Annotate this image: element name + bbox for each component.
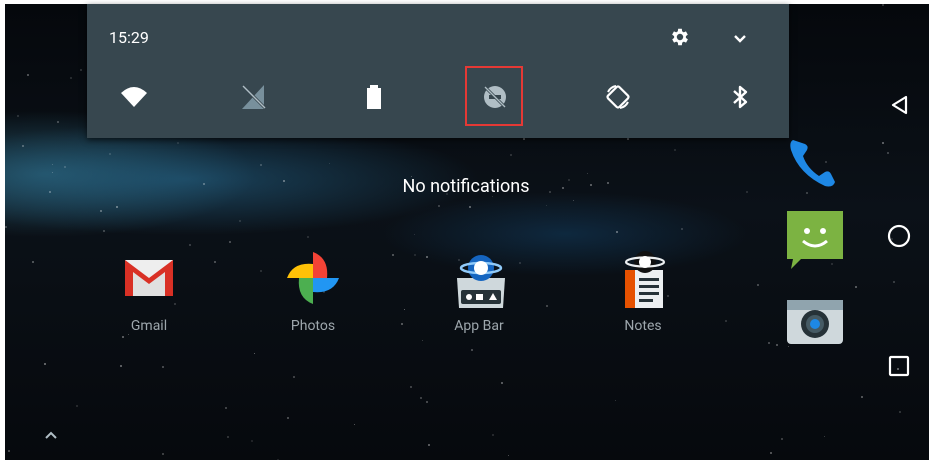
- no-notifications-text: No notifications: [402, 176, 530, 197]
- wifi-icon[interactable]: [119, 82, 149, 112]
- chevron-down-icon[interactable]: [731, 30, 749, 48]
- app-label-photos: Photos: [290, 318, 336, 334]
- bluetooth-icon[interactable]: [725, 82, 755, 112]
- photos-pinwheel-icon: [283, 248, 343, 308]
- app-drawer-chevron-up-icon[interactable]: [42, 426, 60, 444]
- nav-back-button[interactable]: [876, 82, 922, 128]
- auto-rotate-icon[interactable]: [603, 82, 633, 112]
- dnd-tile-highlight-box: [465, 66, 523, 126]
- messaging-app-icon[interactable]: [785, 209, 845, 275]
- nav-home-button[interactable]: [876, 213, 922, 259]
- settings-gear-icon[interactable]: [669, 26, 691, 48]
- app-label-gmail: Gmail: [130, 318, 168, 334]
- battery-icon[interactable]: [359, 82, 389, 112]
- app-app-bar[interactable]: App Bar: [434, 248, 524, 334]
- status-clock: 15:29: [109, 28, 149, 47]
- gmail-icon: [119, 248, 179, 308]
- nav-recents-button[interactable]: [876, 343, 922, 389]
- app-gmail[interactable]: Gmail: [104, 248, 194, 334]
- notes-icon: [613, 248, 673, 308]
- quick-settings-panel: 15:29: [87, 4, 789, 138]
- app-label-app-bar: App Bar: [454, 318, 504, 334]
- app-label-notes: Notes: [624, 318, 662, 334]
- app-notes[interactable]: Notes: [598, 248, 688, 334]
- no-sim-signal-icon[interactable]: [239, 82, 269, 112]
- camera-app-icon[interactable]: [785, 296, 845, 352]
- app-photos[interactable]: Photos: [268, 248, 358, 334]
- app-bar-icon: [449, 248, 509, 308]
